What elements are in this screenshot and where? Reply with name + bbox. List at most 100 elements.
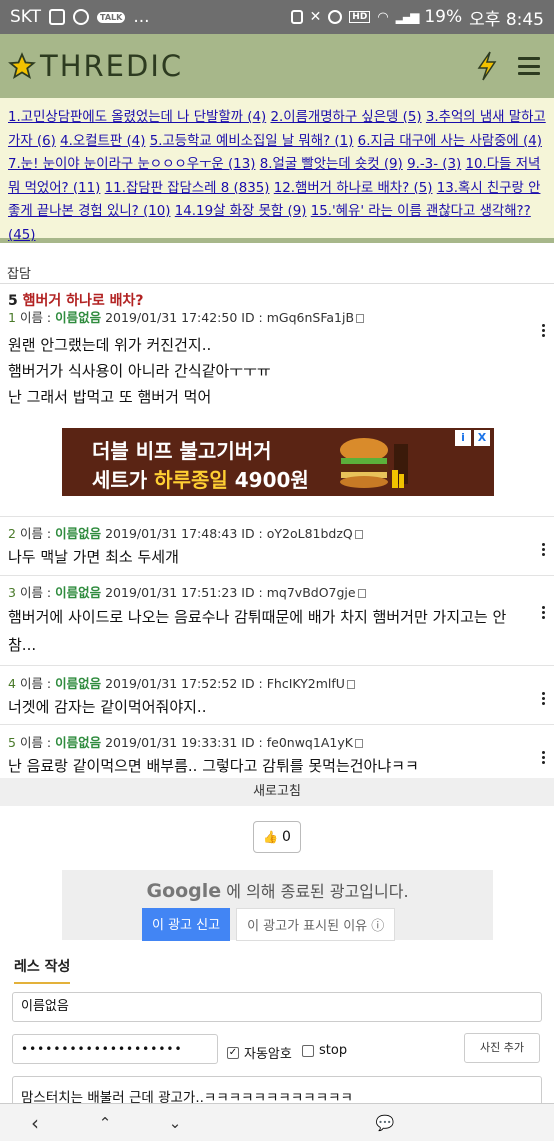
post-date: 2019/01/31 17:51:23 — [105, 585, 238, 600]
post-number[interactable]: 3 — [8, 585, 16, 600]
kakaotalk-icon: TALK — [97, 11, 126, 23]
post-number[interactable]: 1 — [8, 310, 16, 325]
name-label: 이름 : — [19, 310, 52, 325]
battery-level: 19% — [424, 7, 463, 27]
stop-label: stop — [319, 1043, 348, 1058]
post-body: 너겟에 감자는 같이먹어줘야지.. — [8, 694, 530, 720]
thread-link[interactable]: 1.고민상담판에도 올렸었는데 나 단발할까 (4) — [8, 110, 266, 125]
scroll-up-icon[interactable]: ⌃ — [70, 1114, 140, 1132]
post-date: 2019/01/31 17:48:43 — [105, 526, 238, 541]
more-options-icon[interactable] — [542, 751, 546, 764]
google-logo: Google — [146, 880, 222, 902]
lightning-icon[interactable] — [476, 51, 498, 81]
more-options-icon[interactable] — [542, 324, 546, 337]
post: 5 이름 : 이름없음 2019/01/31 19:33:31 ID : fe0… — [0, 725, 554, 785]
post-number[interactable]: 5 — [8, 735, 16, 750]
stop-option[interactable]: stop — [302, 1043, 347, 1058]
why-this-ad-button[interactable]: 이 광고가 표시된 이유 ⓘ — [236, 908, 396, 941]
auto-password-label: 자동암호 — [244, 1047, 292, 1062]
ad-line-2b: 하루종일 — [154, 468, 228, 492]
music-icon — [73, 9, 90, 25]
alarm-icon — [328, 10, 343, 24]
post-line: 난 음료랑 같이먹으면 배부름.. 그렇다고 감튀를 못먹는건아냐ㅋㅋ — [8, 757, 419, 775]
report-ad-button[interactable]: 이 광고 신고 — [142, 908, 231, 941]
thread-link[interactable]: 9.-3- (3) — [407, 157, 461, 172]
thread-view: 잡담 5 햄버거 하나로 배차? 1 이름 : 이름없음 2019/01/31 … — [0, 248, 554, 785]
back-icon[interactable]: ‹ — [0, 1111, 70, 1135]
post-line: 너겟에 감자는 같이먹어줘야지.. — [8, 698, 207, 716]
thread-link[interactable]: 8.얼굴 빨앗는데 숏컷 (9) — [260, 157, 403, 172]
reply-tab[interactable]: 레스 작성 — [14, 956, 71, 984]
clock: 오후 8:45 — [469, 9, 544, 30]
mute-icon: ✕ — [309, 9, 322, 25]
post-meta: 3 이름 : 이름없음 2019/01/31 17:51:23 ID : mq7… — [8, 583, 530, 603]
google-ad-text: 에 의해 종료된 광고입니다. — [226, 882, 409, 901]
copy-icon[interactable] — [354, 739, 363, 748]
thread-title-text: 햄버거 하나로 배차? — [22, 293, 144, 309]
ad-close-icon[interactable]: X — [474, 430, 490, 446]
thumbs-up-icon: 👍 — [263, 830, 279, 844]
thread-link[interactable]: 2.이름개명하구 싶은뎅 (5) — [270, 110, 421, 125]
more-options-icon[interactable] — [542, 606, 546, 619]
ad-choices[interactable]: i X — [455, 430, 490, 446]
ad-info-icon[interactable]: i — [455, 430, 471, 446]
copy-icon[interactable] — [354, 530, 363, 539]
board-name[interactable]: 잡담 — [0, 248, 554, 284]
copy-icon[interactable] — [357, 589, 366, 598]
refresh-button[interactable]: 새로고침 — [0, 778, 554, 806]
post-id: ID : mq7vBdO7gje — [241, 585, 356, 600]
post-id: ID : fe0nwq1A1yK — [241, 735, 353, 750]
chat-icon[interactable]: 💬 — [350, 1114, 420, 1132]
post-body: 나두 맥날 가면 최소 두세개 — [8, 544, 530, 570]
post-line: 원랜 안그랬는데 위가 커진건지.. — [8, 336, 212, 354]
thread-link[interactable]: 4.오컬트판 (4) — [60, 134, 145, 149]
like-button[interactable]: 👍 0 — [253, 821, 301, 853]
thread-link[interactable]: 5.고등학교 예비소집일 날 뭐해? (1) — [150, 134, 354, 149]
scroll-down-icon[interactable]: ⌄ — [140, 1114, 210, 1132]
thread-link[interactable]: 6.지금 대구에 사는 사람중에 (4) — [358, 134, 542, 149]
post-line: 햄버거가 식사용이 아니라 간식같아ㅜㅜㅠ — [8, 362, 271, 380]
post-number[interactable]: 4 — [8, 676, 16, 691]
post-meta: 5 이름 : 이름없음 2019/01/31 19:33:31 ID : fe0… — [8, 733, 530, 753]
like-count: 0 — [282, 829, 291, 845]
post-body: 원랜 안그랬는데 위가 커진건지.. 햄버거가 식사용이 아니라 간식같아ㅜㅜㅠ… — [8, 332, 530, 410]
password-field[interactable]: •••••••••••••••••••• — [12, 1034, 218, 1064]
copy-icon[interactable] — [346, 680, 355, 689]
post-date: 2019/01/31 19:33:31 — [105, 735, 238, 750]
burger-ad-banner[interactable]: 더블 비프 불고기버거 세트가 하루종일 4900원 i X — [62, 428, 494, 496]
more-options-icon[interactable] — [542, 692, 546, 705]
wifi-icon: ◠ — [377, 9, 389, 25]
post-body: 햄버거에 사이드로 나오는 음료수나 감튀때문에 배가 차지 햄버거만 가지고는… — [8, 603, 530, 659]
post-number[interactable]: 2 — [8, 526, 16, 541]
poster-name: 이름없음 — [55, 735, 102, 750]
name-field[interactable]: 이름없음 — [12, 992, 542, 1022]
site-logo[interactable]: THREDIC — [8, 49, 183, 83]
ad-line-2: 세트가 하루종일 4900원 — [92, 464, 309, 493]
post-line: 참... — [8, 636, 37, 654]
thread-link[interactable]: 12.햄버거 하나로 배차? (5) — [274, 181, 433, 196]
add-photo-button[interactable]: 사진 추가 — [464, 1033, 540, 1063]
menu-icon[interactable] — [518, 57, 540, 75]
ad-line-2a: 세트가 — [92, 468, 148, 492]
thread-link[interactable]: 14.19살 화장 못함 (9) — [175, 204, 307, 219]
thread-link[interactable]: 11.잡담판 잡담스레 8 (835) — [105, 181, 270, 196]
name-label: 이름 : — [19, 585, 52, 600]
auto-password-checkbox[interactable]: ✓ — [227, 1046, 239, 1059]
hd-voice-icon: HD — [349, 11, 371, 23]
post-id: ID : oY2oL81bdzQ — [241, 526, 353, 541]
copy-icon[interactable] — [356, 314, 365, 323]
stop-checkbox[interactable] — [302, 1044, 314, 1057]
poster-name: 이름없음 — [55, 585, 102, 600]
more-options-icon[interactable] — [542, 543, 546, 556]
poster-name: 이름없음 — [55, 310, 102, 325]
gallery-icon — [49, 9, 66, 25]
thread-link[interactable]: 7.눈! 눈이야 눈이라구 눈ㅇㅇㅇ우ㅜ운 (13) — [8, 157, 255, 172]
post: 4 이름 : 이름없음 2019/01/31 17:52:52 ID : Fhc… — [0, 666, 554, 725]
post-line: 난 그래서 밥먹고 또 햄버거 먹어 — [8, 388, 212, 406]
thread-list: 1.고민상담판에도 올렸었는데 나 단발할까 (4) 2.이름개명하구 싶은뎅 … — [0, 98, 554, 243]
post-meta: 1 이름 : 이름없음 2019/01/31 17:42:50 ID : mGq… — [8, 308, 530, 328]
auto-password-option[interactable]: ✓ 자동암호 — [227, 1043, 292, 1062]
post-id: ID : mGq6nSFa1jB — [241, 310, 355, 325]
signal-icon: ▂▄▆ — [395, 10, 420, 24]
poster-name: 이름없음 — [55, 526, 102, 541]
